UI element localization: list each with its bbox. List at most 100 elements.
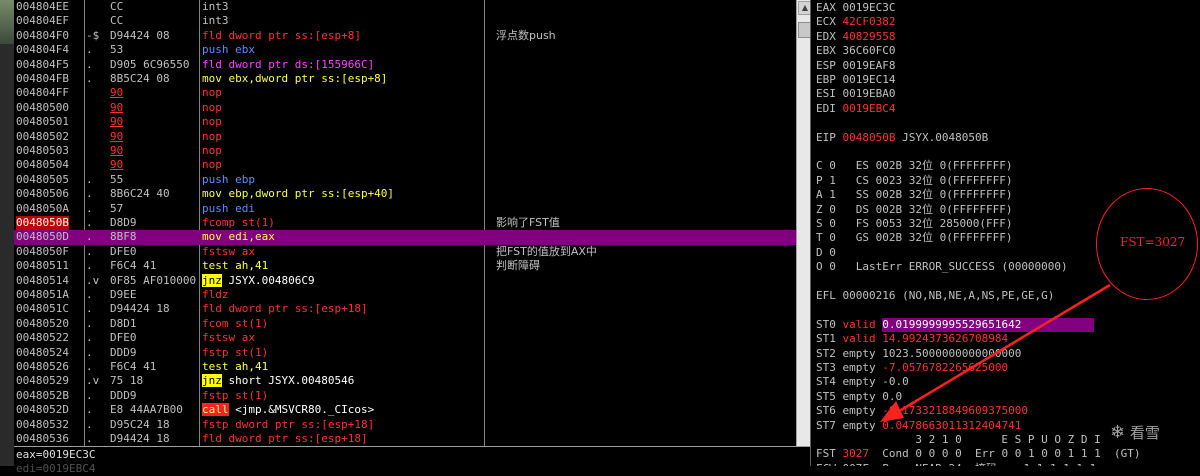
disasm-row[interactable]: 004804F5. D905 6C96550 fld dword ptr ds:[1…	[14, 58, 796, 72]
branch-marker: .	[86, 216, 93, 229]
disasm-row[interactable]: 00480522. DFE0 fstsw ax	[14, 331, 796, 345]
hex-cell: D905 6C96550	[110, 57, 190, 71]
fpu-st4[interactable]: ST4 empty -0.0	[816, 375, 909, 389]
register-eax[interactable]: EAX 0019EC3C	[816, 1, 895, 15]
fpu-st7[interactable]: ST7 empty 0.0478663011312404741	[816, 419, 1021, 433]
disasm-row[interactable]: 0048050A. 57 push edi	[14, 202, 796, 216]
flag-row[interactable]: P 1 CS 0023 32位 0(FFFFFFFF)	[816, 174, 1012, 188]
register-esi[interactable]: ESI 0019EBA0	[816, 87, 895, 101]
disasm-row[interactable]: 004804FB. 8B5C24 08 mov ebx,dword ptr ss:[…	[14, 72, 796, 86]
instruction-cell: fstsw ax	[202, 245, 255, 259]
flag-row[interactable]: T 0 GS 002B 32位 0(FFFFFFFF)	[816, 231, 1012, 245]
instruction-cell: nop	[202, 86, 222, 100]
address-cell: 004804F5	[16, 57, 69, 71]
disasm-row[interactable]: 0048052B. DDD9 fstp st(1)	[14, 389, 796, 403]
disasm-row[interactable]: 00480503 90 nop	[14, 144, 796, 158]
fpu-value: 0.0199999995529651642	[882, 317, 1095, 333]
disasm-row[interactable]: 0048051A. D9EE fldz	[14, 288, 796, 302]
address-cell: 00480536	[16, 432, 69, 445]
register-text	[816, 433, 915, 446]
register-ecx[interactable]: ECX 42CF0382	[816, 15, 895, 29]
register-text	[836, 404, 843, 417]
register-ebx[interactable]: EBX 36C60FC0	[816, 44, 895, 58]
register-name: ECX	[816, 15, 836, 29]
register-esp[interactable]: ESP 0019EAF8	[816, 59, 895, 73]
register-edx[interactable]: EDX 40829558	[816, 30, 895, 44]
register-text	[836, 159, 856, 172]
flag-row[interactable]: Z 0 DS 002B 32位 0(FFFFFFFF)	[816, 203, 1012, 217]
hex-cell: 90	[110, 129, 124, 143]
fpu-state: empty	[842, 404, 876, 418]
fpu-bits-header[interactable]: 3 2 1 0 E S P U O Z D I	[816, 433, 1100, 447]
address-cell: 0048051A	[16, 288, 69, 301]
instruction-token: fstp dword ptr ss:[esp+18]	[202, 417, 375, 431]
flag-row[interactable]: C 0 ES 002B 32位 0(FFFFFFFF)	[816, 159, 1012, 173]
instruction-cell: call <jmp.&MSVCR80._CIcos>	[202, 403, 374, 417]
segment-value: CS 0023 32位 0(FFFFFFFF)	[855, 173, 1013, 187]
instruction-token: fstsw ax	[202, 244, 255, 258]
hex-cell: D8D1	[110, 316, 137, 330]
disasm-row[interactable]: 00480532. D95C24 18 fstp dword ptr ss:[esp…	[14, 418, 796, 432]
register-name: EBX	[816, 44, 836, 58]
disasm-row[interactable]: 004804EE CC int3	[14, 0, 796, 14]
disasm-row[interactable]: 00480505. 55 push ebp	[14, 173, 796, 187]
register-edi[interactable]: EDI 0019EBC4	[816, 102, 895, 116]
disasm-row[interactable]: 00480514 .v 0F85 AF010000 jnz JSYX.004806C9	[14, 273, 796, 288]
address-cell: 00480505	[16, 172, 69, 186]
instruction-token: fldz	[202, 288, 229, 301]
disasm-row[interactable]: 00480502 90 nop	[14, 130, 796, 144]
flag-value: C 0	[816, 159, 836, 173]
instruction-token: short JSYX.00480546	[221, 374, 355, 388]
fpu-st0[interactable]: ST0 valid 0.0199999995529651642	[816, 317, 1095, 333]
disassembly-scrollbar[interactable]: ▲	[796, 0, 812, 446]
hex-cell: 8BF8	[110, 230, 137, 244]
register-value: 0019EBA0	[842, 87, 896, 101]
disasm-row[interactable]: 00480526. F6C4 41 test ah,41	[14, 360, 796, 374]
register-value: 40829558	[842, 29, 896, 43]
instruction-cell: jnz short JSYX.00480546	[202, 374, 354, 388]
fpu-st6[interactable]: ST6 empty -0.1733218849609375000	[816, 404, 1028, 418]
instruction-token: nop	[202, 86, 222, 100]
disasm-row[interactable]: 00480511. F6C4 41 test ah,41 判断障碍	[14, 259, 796, 273]
instruction-cell: fstsw ax	[202, 331, 255, 345]
instruction-cell: test ah,41	[202, 360, 268, 374]
disasm-row[interactable]: 0048050D. 8BF8 mov edi,eax	[14, 230, 796, 245]
disasm-row[interactable]: 00480501 90 nop	[14, 115, 796, 129]
address-cell: 004804EF	[16, 14, 69, 28]
efl-row[interactable]: EFL 00000216 (NO,NB,NE,A,NS,PE,GE,G)	[816, 289, 1054, 303]
efl-value: EFL 00000216 (NO,NB,NE,A,NS,PE,GE,G)	[816, 289, 1055, 302]
disasm-row[interactable]: 004804EF CC int3	[14, 14, 796, 28]
disasm-row[interactable]: 00480529 .v 75 18 jnz short JSYX.00480546	[14, 374, 796, 388]
fpu-value: -0.0	[882, 375, 909, 389]
register-eip[interactable]: EIP 0048050B JSYX.0048050B	[816, 131, 988, 145]
disasm-row[interactable]: 0048052D. E8 44AA7B00 call <jmp.&MSVCR80._…	[14, 403, 796, 417]
fpu-st3[interactable]: ST3 empty -7.0576782265625000	[816, 361, 1008, 375]
disasm-row[interactable]: 00480520. D8D1 fcom st(1)	[14, 317, 796, 331]
disasm-row[interactable]: 004804FF 90 nop	[14, 86, 796, 100]
disasm-row[interactable]: 004804F4. 53 push ebx	[14, 43, 796, 57]
disasm-row[interactable]: 0048050B. D8D9 fcomp st(1) 影响了FST值	[14, 216, 796, 231]
disasm-row[interactable]: 00480506. 8B6C24 40 mov ebp,dword ptr ss:[…	[14, 187, 796, 201]
register-ebp[interactable]: EBP 0019EC14	[816, 73, 895, 87]
disasm-row[interactable]: 0048051C. D94424 18 fld dword ptr ss:[esp+…	[14, 302, 796, 316]
disassembly-pane[interactable]: 004804EE CC int3 004804EF CC int3 004804F0 -$ D9…	[14, 0, 796, 446]
fpu-st5[interactable]: ST5 empty 0.0	[816, 390, 902, 404]
register-value: 0048050B	[842, 130, 896, 144]
hex-cell: DFE0	[110, 244, 137, 258]
flag-row[interactable]: O 0 LastErr ERROR_SUCCESS (00000000)	[816, 260, 1068, 274]
flag-row[interactable]: A 1 SS 002B 32位 0(FFFFFFFF)	[816, 188, 1012, 202]
fpu-st2[interactable]: ST2 empty 1023.5000000000000000	[816, 347, 1021, 361]
flag-row[interactable]: D 0	[816, 246, 856, 260]
hex-cell: F6C4 41	[110, 259, 157, 273]
disasm-row[interactable]: 00480536. D94424 18 fld dword ptr ss:[esp+…	[14, 432, 796, 446]
disasm-row[interactable]: 00480500 90 nop	[14, 101, 796, 115]
disasm-row[interactable]: 00480524. DDD9 fstp st(1)	[14, 346, 796, 360]
disasm-row[interactable]: 004804F0 -$ D94424 08 fld dword ptr ss:[esp…	[14, 29, 796, 43]
register-text	[836, 15, 843, 28]
disasm-row[interactable]: 00480504 90 nop	[14, 158, 796, 172]
disasm-row[interactable]: 0048050F. DFE0 fstsw ax 把FST的值放到AX中	[14, 245, 796, 259]
flag-row[interactable]: S 0 FS 0053 32位 285000(FFF)	[816, 217, 1012, 231]
fst-row[interactable]: FST 3027 Cond 0 0 0 0 Err 0 0 1 0 0 1 1 …	[816, 447, 1141, 461]
fpu-st1[interactable]: ST1 valid 14.9924373626708984	[816, 332, 1008, 346]
fcw-row[interactable]: FCW 007F Prec NEAR,24 掩码 1 1 1 1 1 1	[816, 462, 1096, 466]
